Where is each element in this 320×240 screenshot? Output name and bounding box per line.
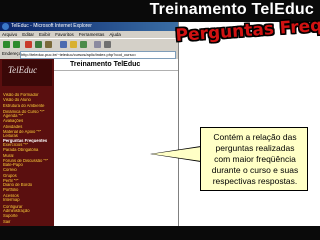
address-bar: Endereço http://teleduc.puc.br/~teleduc/… [0, 50, 178, 59]
stop-icon[interactable] [25, 41, 32, 48]
history-icon[interactable] [80, 41, 87, 48]
refresh-icon[interactable] [35, 41, 42, 48]
callout-line: respectivas respostas. [212, 176, 298, 186]
address-field[interactable]: http://teleduc.puc.br/~teleduc/cursos/ap… [20, 51, 176, 59]
callout-line: perguntas realizadas [215, 143, 295, 153]
browser-title-bar: TelEduc - Microsoft Internet Explorer [0, 22, 178, 31]
callout-line: Contém a relação das [213, 132, 297, 142]
home-icon[interactable] [45, 41, 52, 48]
browser-window-title: TelEduc - Microsoft Internet Explorer [11, 23, 92, 29]
print-icon[interactable] [104, 41, 111, 48]
teleduc-page: TelEduc Visão do Formador Visão do Aluno… [0, 59, 178, 226]
menu-favorites[interactable]: Favoritos [55, 32, 74, 37]
slide-title: Treinamento TelEduc [149, 1, 314, 18]
forward-icon[interactable] [13, 41, 20, 48]
menu-view[interactable]: Exibir [39, 32, 50, 37]
sidebar-menu: Visão do Formador Visão do Aluno Estrutu… [3, 93, 53, 224]
menu-help[interactable]: Ajuda [109, 32, 121, 37]
sidebar-item-sair[interactable]: Sair [3, 220, 53, 225]
title-divider [54, 70, 178, 71]
browser-menu-bar: Arquivo Editar Exibir Favoritos Ferramentas A… [0, 31, 178, 38]
page-title: Treinamento TelEduc [70, 61, 141, 68]
menu-edit[interactable]: Editar [22, 32, 34, 37]
callout-box: Contém a relação das perguntas realizada… [200, 127, 308, 191]
teleduc-logo: TelEduc [2, 60, 52, 86]
mail-icon[interactable] [94, 41, 101, 48]
address-label: Endereço [2, 51, 22, 56]
search-icon[interactable] [60, 41, 67, 48]
callout-line: durante o curso e suas [211, 165, 299, 175]
menu-tools[interactable]: Ferramentas [79, 32, 105, 37]
teleduc-content: Treinamento TelEduc [54, 59, 178, 226]
menu-file[interactable]: Arquivo [2, 32, 17, 37]
ie-icon [2, 23, 9, 30]
teleduc-sidebar: TelEduc Visão do Formador Visão do Aluno… [0, 59, 54, 226]
favorites-icon[interactable] [70, 41, 77, 48]
callout-text: Contém a relação das perguntas realizada… [201, 132, 309, 187]
slide-footer [0, 226, 320, 240]
back-icon[interactable] [3, 41, 10, 48]
callout-line: com maior freqüência [214, 154, 296, 164]
browser-window: TelEduc - Microsoft Internet Explorer Ar… [0, 22, 179, 226]
